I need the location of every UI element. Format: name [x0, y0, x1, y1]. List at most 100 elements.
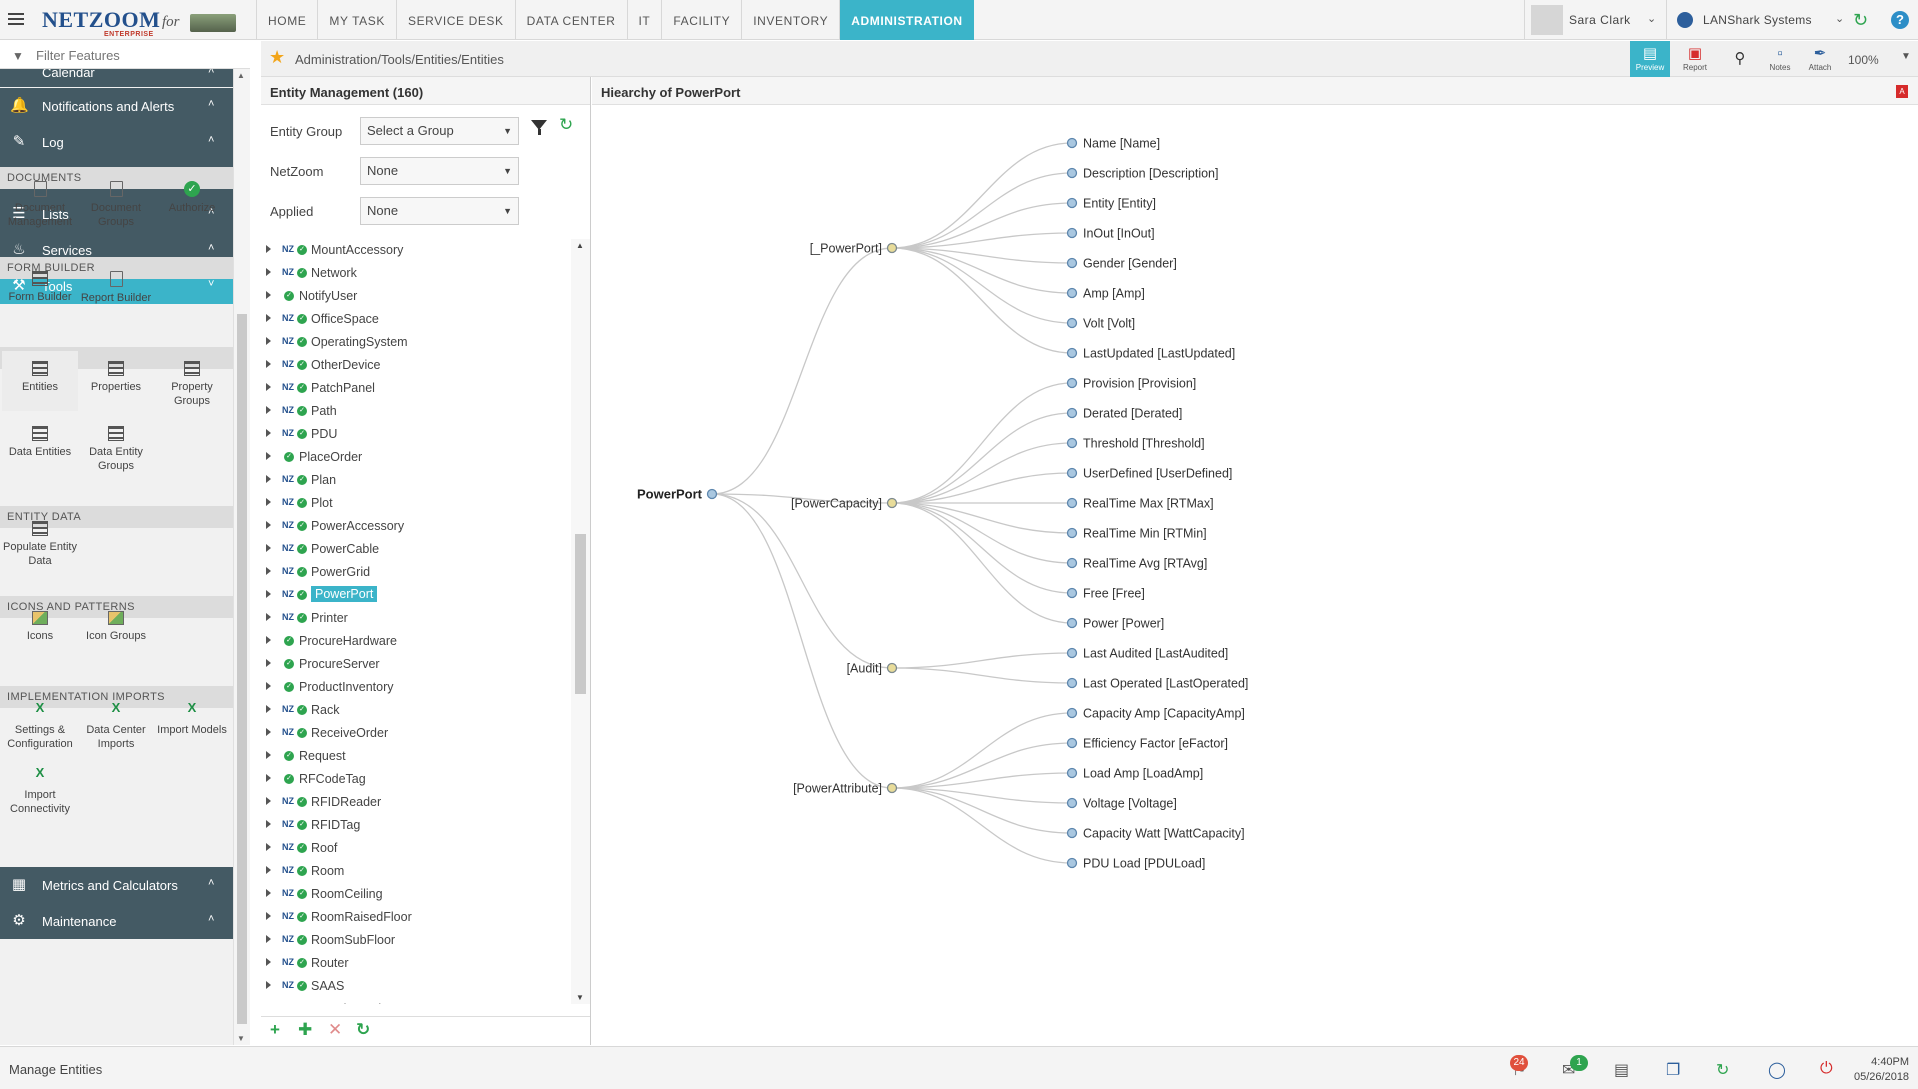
tool-data-entities[interactable]: Data Entities [2, 416, 78, 459]
hamburger-menu-icon[interactable] [8, 13, 24, 27]
property-node[interactable] [1066, 347, 1078, 359]
expand-arrow-icon[interactable] [266, 314, 271, 322]
tree-node-saas[interactable]: NZ ✓ SAAS [261, 975, 571, 998]
property-node[interactable] [1066, 827, 1078, 839]
tree-node-receiveorder[interactable]: NZ ✓ ReceiveOrder [261, 722, 571, 745]
property-node[interactable] [1066, 467, 1078, 479]
netzoom-select[interactable]: None ▼ [360, 157, 519, 185]
expand-arrow-icon[interactable] [266, 682, 271, 690]
tree-node-room[interactable]: NZ ✓ Room [261, 860, 571, 883]
nav-service-desk[interactable]: SERVICE DESK [395, 0, 515, 40]
nav-administration[interactable]: ADMINISTRATION [839, 0, 974, 40]
favorite-star-icon[interactable]: ★ [269, 47, 285, 68]
sidebar-section-notifications-and-alerts[interactable]: 🔔 Notifications and Alerts ˄ [0, 88, 233, 124]
applied-select[interactable]: None ▼ [360, 197, 519, 225]
sidebar-section-metrics-and-calculators[interactable]: ▦ Metrics and Calculators ˄ [0, 867, 233, 903]
tool-populate-entity-data[interactable]: Populate Entity Data [2, 511, 78, 568]
tree-node-roomceiling[interactable]: NZ ✓ RoomCeiling [261, 883, 571, 906]
zoom-level[interactable]: 100% [1848, 53, 1879, 67]
report-button[interactable]: ▣ Report [1675, 41, 1715, 77]
delete-icon[interactable]: ✕ [328, 1020, 342, 1040]
expand-arrow-icon[interactable] [266, 889, 271, 897]
expand-arrow-icon[interactable] [266, 981, 271, 989]
tree-node-otherdevice[interactable]: NZ ✓ OtherDevice [261, 354, 571, 377]
expand-arrow-icon[interactable] [266, 475, 271, 483]
property-node[interactable] [1066, 857, 1078, 869]
user-menu[interactable]: Sara Clark ⌄ [1524, 0, 1665, 40]
tree-node-powerport[interactable]: NZ ✓ PowerPort [261, 584, 571, 607]
tree-node-notifyuser[interactable]: ✓ NotifyUser [261, 285, 571, 308]
expand-arrow-icon[interactable] [266, 291, 271, 299]
tool-report-builder[interactable]: Report Builder [78, 261, 154, 305]
expand-arrow-icon[interactable] [266, 498, 271, 506]
refresh-icon[interactable]: ↻ [1853, 10, 1868, 31]
refresh-icon[interactable]: ↻ [559, 115, 573, 135]
tool-authorize[interactable]: ✓ Authorize [154, 171, 230, 215]
tool-form-builder[interactable]: Form Builder [2, 261, 78, 304]
nav-it[interactable]: IT [626, 0, 662, 40]
attach-button[interactable]: ✒ Attach [1800, 41, 1840, 77]
property-node[interactable] [1066, 137, 1078, 149]
tool-icons[interactable]: Icons [2, 601, 78, 643]
nav-inventory[interactable]: INVENTORY [741, 0, 839, 40]
scroll-down-icon[interactable]: ▼ [576, 993, 584, 1002]
add-icon[interactable]: + [270, 1020, 280, 1040]
scrollbar-thumb[interactable] [575, 534, 586, 694]
document-icon[interactable]: ▤ [1614, 1060, 1629, 1080]
expand-arrow-icon[interactable] [266, 406, 271, 414]
tool-icon-groups[interactable]: Icon Groups [78, 601, 154, 643]
property-node[interactable] [1066, 257, 1078, 269]
tree-node-mountaccessory[interactable]: NZ ✓ MountAccessory [261, 239, 571, 262]
property-node[interactable] [1066, 527, 1078, 539]
expand-arrow-icon[interactable] [266, 521, 271, 529]
tool-data-center-imports[interactable]: X Data Center Imports [78, 691, 154, 751]
tree-node-powercable[interactable]: NZ ✓ PowerCable [261, 538, 571, 561]
group-node[interactable] [886, 497, 898, 509]
tree-node-network[interactable]: NZ ✓ Network [261, 262, 571, 285]
expand-arrow-icon[interactable] [266, 958, 271, 966]
group-node[interactable] [886, 242, 898, 254]
nav-facility[interactable]: FACILITY [661, 0, 741, 40]
expand-arrow-icon[interactable] [266, 705, 271, 713]
tree-node-roomraisedfloor[interactable]: NZ ✓ RoomRaisedFloor [261, 906, 571, 929]
tree-node-placeorder[interactable]: ✓ PlaceOrder [261, 446, 571, 469]
scrollbar-thumb[interactable] [237, 314, 247, 1024]
expand-arrow-icon[interactable] [266, 613, 271, 621]
expand-arrow-icon[interactable] [266, 912, 271, 920]
property-node[interactable] [1066, 737, 1078, 749]
expand-arrow-icon[interactable] [266, 659, 271, 667]
property-node[interactable] [1066, 437, 1078, 449]
tree-node-powergrid[interactable]: NZ ✓ PowerGrid [261, 561, 571, 584]
expand-arrow-icon[interactable] [266, 820, 271, 828]
sidebar-section-log[interactable]: ✎ Log ˄ [0, 124, 233, 160]
tree-node-roomsubfloor[interactable]: NZ ✓ RoomSubFloor [261, 929, 571, 952]
root-node[interactable] [706, 488, 718, 500]
expand-arrow-icon[interactable] [266, 636, 271, 644]
tree-node-rfidreader[interactable]: NZ ✓ RFIDReader [261, 791, 571, 814]
add-child-icon[interactable]: ✚ [298, 1020, 312, 1040]
property-node[interactable] [1066, 227, 1078, 239]
tree-node-officespace[interactable]: NZ ✓ OfficeSpace [261, 308, 571, 331]
tool-data-entity-groups[interactable]: Data Entity Groups [78, 416, 154, 473]
expand-arrow-icon[interactable] [266, 866, 271, 874]
expand-arrow-icon[interactable] [266, 843, 271, 851]
group-node[interactable] [886, 662, 898, 674]
tool-settings-configuration[interactable]: X Settings & Configuration [2, 691, 78, 751]
zoom-dropdown-icon[interactable]: ▼ [1901, 51, 1911, 62]
tree-scrollbar[interactable]: ▲ ▼ [571, 239, 590, 1004]
tree-node-router[interactable]: NZ ✓ Router [261, 952, 571, 975]
expand-arrow-icon[interactable] [266, 774, 271, 782]
tree-node-productinventory[interactable]: ✓ ProductInventory [261, 676, 571, 699]
nav-home[interactable]: HOME [256, 0, 317, 40]
property-node[interactable] [1066, 287, 1078, 299]
property-node[interactable] [1066, 587, 1078, 599]
tree-node-rfcodetag[interactable]: ✓ RFCodeTag [261, 768, 571, 791]
property-node[interactable] [1066, 497, 1078, 509]
expand-arrow-icon[interactable] [266, 751, 271, 759]
tree-node-plan[interactable]: NZ ✓ Plan [261, 469, 571, 492]
tree-node-rack[interactable]: NZ ✓ Rack [261, 699, 571, 722]
expand-arrow-icon[interactable] [266, 452, 271, 460]
expand-arrow-icon[interactable] [266, 567, 271, 575]
scroll-up-icon[interactable]: ▲ [576, 241, 584, 250]
property-node[interactable] [1066, 197, 1078, 209]
